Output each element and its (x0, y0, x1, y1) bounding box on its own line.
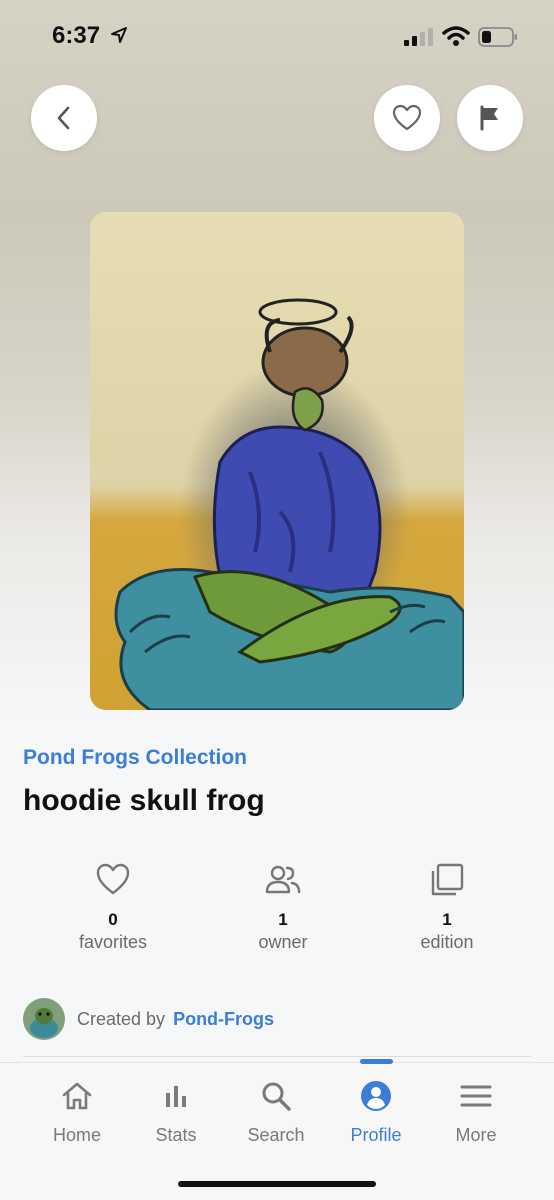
home-icon (62, 1082, 92, 1110)
back-button[interactable] (31, 85, 97, 151)
tab-more[interactable]: More (431, 1079, 521, 1146)
bar-chart-icon (166, 1086, 186, 1107)
divider (23, 1056, 531, 1057)
stat-value: 1 (278, 910, 288, 929)
tab-label: Home (52, 1125, 101, 1145)
tab-label: Stats (155, 1125, 197, 1145)
frog-artwork-image (90, 212, 464, 710)
report-button[interactable] (457, 85, 523, 151)
tab-label: Search (247, 1125, 305, 1145)
stat-value: 0 (108, 910, 118, 929)
nft-title: hoodie skull frog (23, 784, 265, 817)
menu-icon (460, 1085, 492, 1107)
stat-label: edition (420, 932, 474, 952)
stat-label: owner (258, 932, 308, 952)
copies-icon (431, 863, 464, 896)
stat-edition: 1 edition (377, 860, 517, 953)
tab-stats[interactable]: Stats (131, 1079, 221, 1146)
battery-icon (478, 27, 517, 47)
tab-bar: Home Stats Search Profile More (0, 1059, 554, 1200)
creator-link[interactable]: Pond-Frogs (173, 1009, 274, 1030)
wifi-icon (442, 26, 470, 46)
tab-label: Profile (350, 1125, 402, 1145)
user-circle-icon (361, 1081, 391, 1111)
favorite-button[interactable] (374, 85, 440, 151)
stat-favorites: 0 favorites (43, 860, 183, 953)
cellular-signal-icon (404, 28, 433, 46)
chevron-left-icon (57, 106, 70, 130)
stat-value: 1 (442, 910, 452, 929)
created-by-label: Created by (77, 1008, 166, 1029)
nft-artwork[interactable] (90, 212, 464, 710)
tab-profile[interactable]: Profile (331, 1079, 421, 1146)
stat-label: favorites (78, 932, 148, 952)
tab-search[interactable]: Search (231, 1079, 321, 1146)
users-icon (265, 865, 301, 894)
heart-icon (392, 104, 422, 131)
location-arrow-icon (111, 27, 127, 43)
creator-row: Created by Pond-Frogs (23, 998, 274, 1040)
status-time: 6:37 (52, 22, 101, 49)
heart-icon (96, 863, 130, 895)
stat-owner: 1 owner (213, 860, 353, 953)
tab-label: More (455, 1125, 497, 1145)
collection-link[interactable]: Pond Frogs Collection (23, 746, 247, 770)
flag-icon (480, 105, 498, 131)
avatar[interactable] (23, 998, 65, 1040)
search-icon (262, 1082, 291, 1111)
status-bar: 6:37 (0, 0, 554, 70)
tab-home[interactable]: Home (32, 1079, 122, 1146)
creator-avatar-image (23, 998, 65, 1040)
active-tab-indicator (360, 1059, 393, 1064)
home-indicator (178, 1181, 376, 1187)
